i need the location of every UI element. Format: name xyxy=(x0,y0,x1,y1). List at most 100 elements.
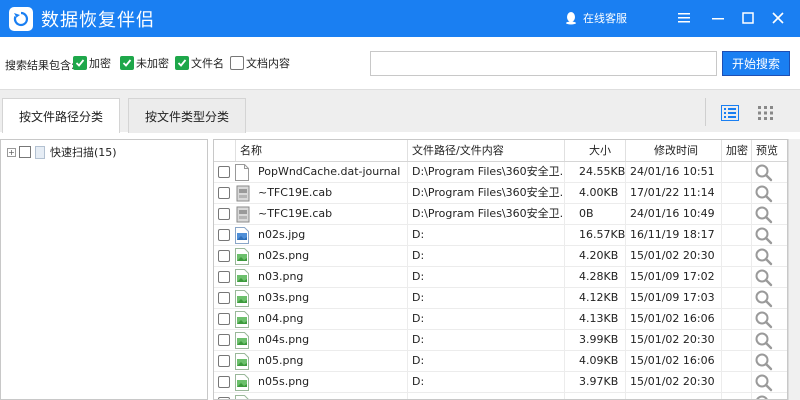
table-row[interactable]: n02s.png D: 4.20KB 15/01/02 20:30 xyxy=(214,246,787,267)
row-checkbox[interactable] xyxy=(218,292,230,304)
column-path[interactable]: 文件路径/文件内容 xyxy=(407,140,564,161)
row-checkbox[interactable] xyxy=(218,208,230,220)
row-checkbox[interactable] xyxy=(218,355,230,367)
checkbox-checked-icon xyxy=(175,56,189,70)
checkbox-doc-content[interactable]: 文档内容 xyxy=(230,55,290,71)
encrypted-cell xyxy=(721,351,751,371)
file-modified-date: 15/01/02 20:30 xyxy=(625,246,721,266)
file-size: 3.99KB xyxy=(564,330,625,350)
encrypted-cell xyxy=(721,204,751,224)
expand-icon[interactable]: + xyxy=(7,147,16,157)
vertical-scrollbar[interactable] xyxy=(788,139,800,400)
table-row[interactable]: ~TFC19E.cab D:\Program Files\360安全卫... 4.0… xyxy=(214,183,787,204)
checkbox-label: 文件名 xyxy=(191,57,224,70)
table-row[interactable]: n05s.png D: 3.97KB 15/01/02 20:30 xyxy=(214,372,787,393)
preview-magnifier-icon[interactable] xyxy=(754,394,774,399)
file-modified-date: 16/11/19 18:17 xyxy=(625,225,721,245)
maximize-icon xyxy=(742,12,754,24)
png-file-icon xyxy=(235,332,251,349)
file-size: 4.09KB xyxy=(564,351,625,371)
list-view-button[interactable] xyxy=(716,99,744,127)
row-checkbox[interactable] xyxy=(218,313,230,325)
file-size: 16.57KB xyxy=(564,225,625,245)
tree-item-quick-scan[interactable]: + 快速扫描(15) xyxy=(7,144,117,160)
online-service-button[interactable]: 在线客服 xyxy=(565,10,627,26)
column-size[interactable]: 大小 xyxy=(564,140,625,161)
file-path: D: xyxy=(407,246,564,266)
file-path xyxy=(407,393,564,399)
png-file-icon xyxy=(235,269,251,286)
file-size: 4.12KB xyxy=(564,288,625,308)
checkbox-unencrypted[interactable]: 未加密 xyxy=(120,55,169,71)
table-row[interactable]: n04s.png D: 3.99KB 15/01/02 20:30 xyxy=(214,330,787,351)
column-preview[interactable]: 预览 xyxy=(751,140,787,161)
blank-file-icon xyxy=(235,164,251,181)
cab-file-icon xyxy=(235,185,251,202)
table-row[interactable]: n05.png D: 4.09KB 15/01/02 16:06 xyxy=(214,351,787,372)
file-name: n04s.png xyxy=(258,333,310,346)
checkbox-label: 未加密 xyxy=(136,57,169,70)
column-name[interactable]: 名称 xyxy=(235,140,407,161)
file-path: D:\Program Files\360安全卫... xyxy=(407,183,564,203)
table-row[interactable]: PopWndCache.dat-journal D:\Program Files\… xyxy=(214,162,787,183)
search-input[interactable] xyxy=(370,51,717,76)
table-row[interactable] xyxy=(214,393,787,399)
checkbox-checked-icon xyxy=(120,56,134,70)
file-modified-date: 15/01/09 17:03 xyxy=(625,288,721,308)
row-checkbox[interactable] xyxy=(218,271,230,283)
encrypted-cell xyxy=(721,372,751,392)
row-checkbox[interactable] xyxy=(218,166,230,178)
file-path: D: xyxy=(407,330,564,350)
row-checkbox[interactable] xyxy=(218,250,230,262)
encrypted-cell xyxy=(721,288,751,308)
file-name xyxy=(258,393,408,399)
menu-button[interactable] xyxy=(672,6,696,30)
tab-by-path[interactable]: 按文件路径分类 xyxy=(2,98,120,133)
start-search-button[interactable]: 开始搜索 xyxy=(722,51,790,76)
grid-view-button[interactable] xyxy=(752,99,780,127)
maximize-button[interactable] xyxy=(736,6,760,30)
table-row[interactable]: n03s.png D: 4.12KB 15/01/09 17:03 xyxy=(214,288,787,309)
file-path: D:\Program Files\360安全卫... xyxy=(407,204,564,224)
file-modified-date: 17/01/22 11:14 xyxy=(625,183,721,203)
table-row[interactable]: ~TFC19E.cab D:\Program Files\360安全卫... 0B 2… xyxy=(214,204,787,225)
checkbox-encrypted[interactable]: 加密 xyxy=(73,55,111,71)
column-modified[interactable]: 修改时间 xyxy=(625,140,721,161)
minimize-button[interactable] xyxy=(706,6,730,30)
file-size: 3.97KB xyxy=(564,372,625,392)
minimize-icon xyxy=(712,18,724,20)
tab-by-type[interactable]: 按文件类型分类 xyxy=(128,98,246,133)
checkbox-filename[interactable]: 文件名 xyxy=(175,55,224,71)
encrypted-cell xyxy=(721,162,751,182)
grid-view-icon xyxy=(758,106,773,120)
file-path: D: xyxy=(407,372,564,392)
file-path: D: xyxy=(407,267,564,287)
tree-item-label: 快速扫描(15) xyxy=(50,146,117,159)
checkbox-checked-icon xyxy=(73,56,87,70)
table-row[interactable]: n04.png D: 4.13KB 15/01/02 16:06 xyxy=(214,309,787,330)
close-button[interactable] xyxy=(766,6,790,30)
row-checkbox[interactable] xyxy=(218,334,230,346)
file-path: D: xyxy=(407,225,564,245)
row-checkbox[interactable] xyxy=(218,229,230,241)
table-row[interactable]: n02s.jpg D: 16.57KB 16/11/19 18:17 xyxy=(214,225,787,246)
file-name: n02s.png xyxy=(258,249,310,262)
file-size: 4.28KB xyxy=(564,267,625,287)
column-encrypted[interactable]: 加密 xyxy=(721,140,751,161)
table-row[interactable]: n03.png D: 4.28KB 15/01/09 17:02 xyxy=(214,267,787,288)
encrypted-cell xyxy=(721,330,751,350)
file-name: n02s.jpg xyxy=(258,228,306,241)
row-checkbox[interactable] xyxy=(218,376,230,388)
filter-label: 搜索结果包含: xyxy=(5,59,75,72)
app-logo-icon xyxy=(9,6,33,31)
png-file-icon xyxy=(235,374,251,391)
document-icon xyxy=(35,145,45,159)
folder-tree-panel: + 快速扫描(15) xyxy=(0,139,208,400)
file-modified-date: 15/01/02 20:30 xyxy=(625,372,721,392)
file-modified-date: 24/01/16 10:49 xyxy=(625,204,721,224)
file-modified-date: 15/01/02 20:30 xyxy=(625,330,721,350)
list-view-icon xyxy=(721,105,739,121)
tree-checkbox[interactable] xyxy=(19,146,31,158)
row-checkbox[interactable] xyxy=(218,187,230,199)
view-tab-bar: 按文件路径分类 按文件类型分类 xyxy=(0,89,800,133)
